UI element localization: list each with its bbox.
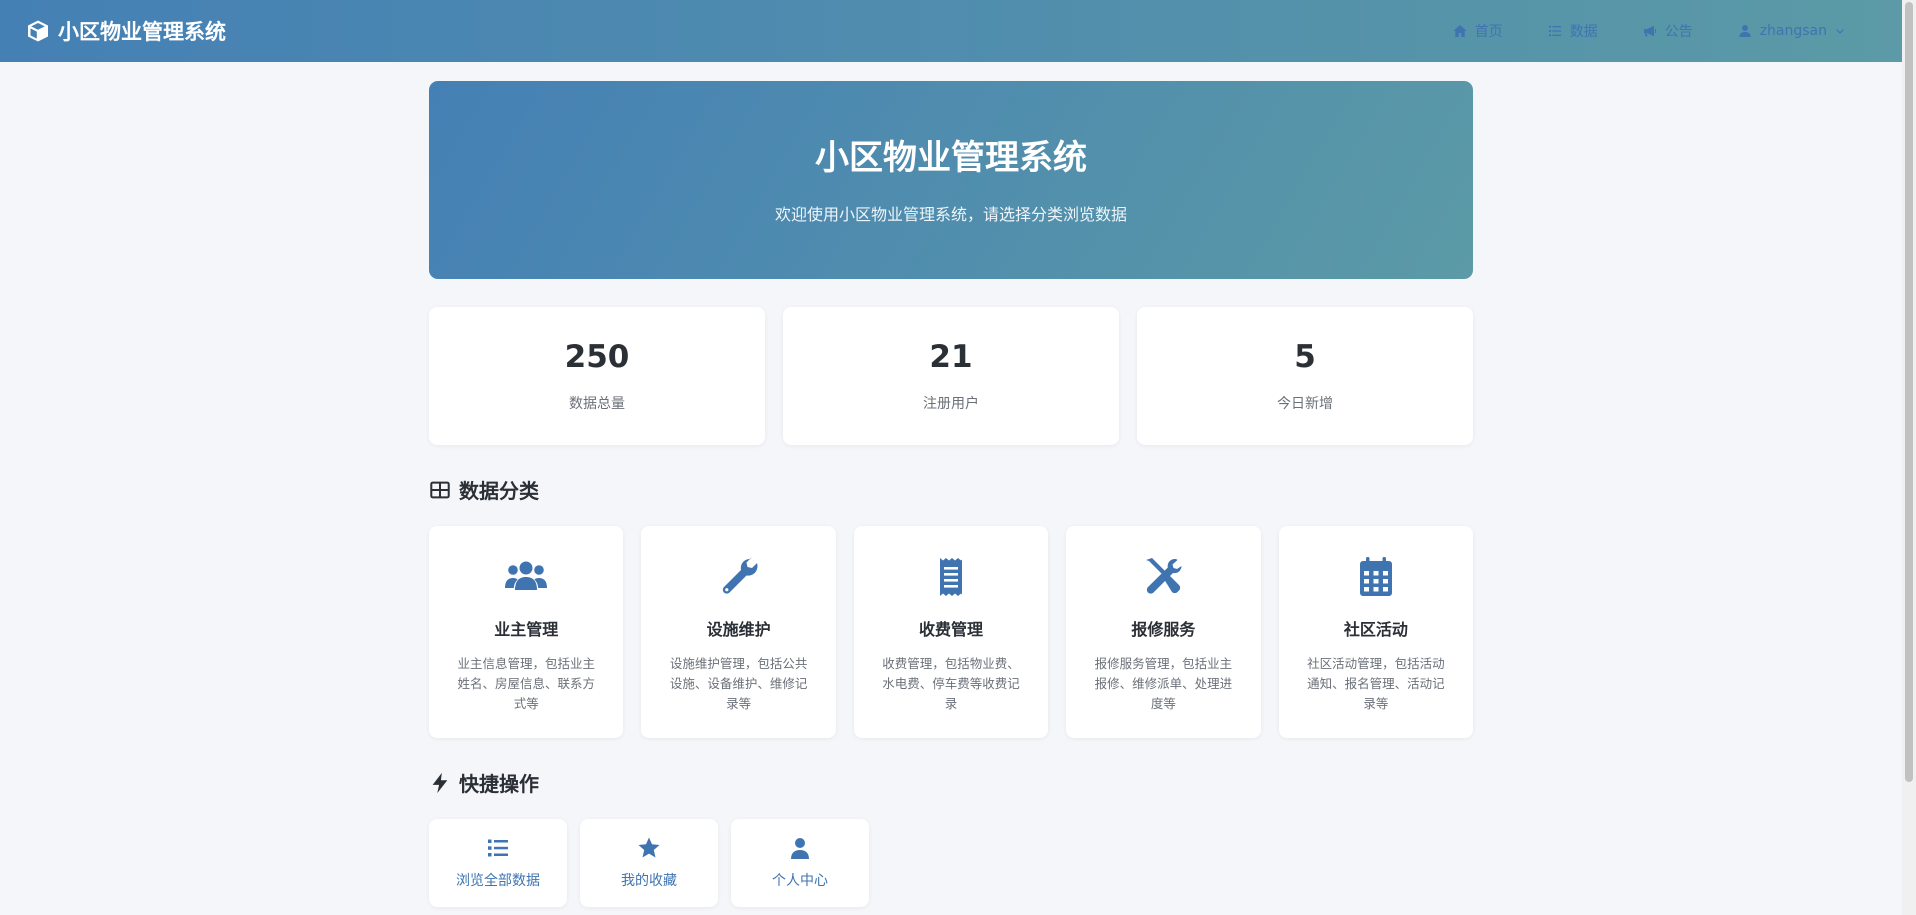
page-scrollbar[interactable] <box>1902 0 1916 915</box>
category-desc: 业主信息管理，包括业主姓名、房屋信息、联系方式等 <box>457 656 595 711</box>
category-title: 收费管理 <box>919 620 984 639</box>
nav-announcement[interactable]: 公告 <box>1642 21 1693 41</box>
quick-favorites-button[interactable]: 我的收藏 <box>580 819 718 907</box>
receipt-icon <box>940 558 963 596</box>
user-icon <box>1739 25 1751 37</box>
quick-actions-title: 快捷操作 <box>459 772 539 796</box>
stat-value: 5 <box>1294 339 1316 375</box>
category-card-activities[interactable]: 社区活动 社区活动管理，包括活动通知、报名管理、活动记录等 <box>1278 526 1474 738</box>
nav-user-menu[interactable]: zhangsan <box>1737 23 1846 39</box>
tools-icon <box>1146 558 1182 594</box>
home-icon <box>1453 25 1467 37</box>
quick-label: 个人中心 <box>772 873 828 889</box>
category-card-owners[interactable]: 业主管理 业主信息管理，包括业主姓名、房屋信息、联系方式等 <box>429 526 624 738</box>
nav-home[interactable]: 首页 <box>1452 21 1503 41</box>
main-content: 小区物业管理系统 欢迎使用小区物业管理系统，请选择分类浏览数据 250 数据总量… <box>429 81 1474 907</box>
chevron-down-icon <box>1836 29 1844 34</box>
megaphone-icon <box>1643 25 1656 37</box>
users-icon <box>505 561 548 590</box>
quick-browse-all-button[interactable]: 浏览全部数据 <box>429 819 567 907</box>
category-title: 业主管理 <box>494 620 559 639</box>
category-desc: 社区活动管理，包括活动通知、报名管理、活动记录等 <box>1307 656 1445 711</box>
cube-icon <box>28 20 48 42</box>
bolt-icon <box>432 772 448 793</box>
stat-label: 数据总量 <box>569 396 625 412</box>
brand[interactable]: 小区物业管理系统 <box>26 16 226 46</box>
top-navbar: 小区物业管理系统 首页 数据 公告 zhangsan <box>0 0 1902 62</box>
list-icon <box>488 839 508 857</box>
quick-label: 我的收藏 <box>621 873 677 889</box>
stat-card: 21 注册用户 <box>783 307 1119 445</box>
user-icon <box>791 838 809 859</box>
nav-data-label: 数据 <box>1569 24 1598 40</box>
nav-announcement-label: 公告 <box>1664 24 1693 40</box>
category-desc: 报修服务管理，包括业主报修、维修派单、处理进度等 <box>1094 656 1233 711</box>
nav-data[interactable]: 数据 <box>1547 21 1598 41</box>
stat-label: 注册用户 <box>923 396 979 412</box>
scrollbar-thumb[interactable] <box>1905 2 1913 782</box>
list-icon <box>1548 25 1561 37</box>
table-icon <box>430 481 450 498</box>
star-icon <box>638 837 660 858</box>
stat-card: 250 数据总量 <box>429 307 765 445</box>
category-title: 报修服务 <box>1131 620 1196 639</box>
hero-title: 小区物业管理系统 <box>815 137 1087 178</box>
category-title: 设施维护 <box>706 620 771 639</box>
stat-value: 250 <box>564 339 630 375</box>
stat-card: 5 今日新增 <box>1137 307 1473 445</box>
brand-title: 小区物业管理系统 <box>58 20 226 44</box>
quick-actions-heading: 快捷操作 <box>429 768 1473 797</box>
categories-heading: 数据分类 <box>429 475 1473 504</box>
stats-row: 250 数据总量 21 注册用户 5 今日新增 <box>429 307 1473 445</box>
wrench-icon <box>722 557 758 594</box>
quick-profile-button[interactable]: 个人中心 <box>731 819 869 907</box>
category-title: 社区活动 <box>1343 620 1408 639</box>
hero-subtitle: 欢迎使用小区物业管理系统，请选择分类浏览数据 <box>774 204 1127 224</box>
quick-label: 浏览全部数据 <box>456 873 540 889</box>
stat-label: 今日新增 <box>1277 396 1333 412</box>
category-card-facilities[interactable]: 设施维护 设施维护管理，包括公共设施、设备维护、维修记录等 <box>641 526 836 738</box>
hero-banner: 小区物业管理系统 欢迎使用小区物业管理系统，请选择分类浏览数据 <box>429 81 1473 279</box>
quick-actions-list: 浏览全部数据 我的收藏 个人中心 <box>429 819 1473 907</box>
stat-value: 21 <box>929 339 973 375</box>
category-desc: 设施维护管理，包括公共设施、设备维护、维修记录等 <box>669 656 808 711</box>
category-card-repairs[interactable]: 报修服务 报修服务管理，包括业主报修、维修派单、处理进度等 <box>1066 526 1261 738</box>
calendar-icon <box>1359 557 1392 596</box>
category-card-billing[interactable]: 收费管理 收费管理，包括物业费、水电费、停车费等收费记录 <box>853 526 1049 738</box>
nav-home-label: 首页 <box>1474 24 1503 40</box>
category-desc: 收费管理，包括物业费、水电费、停车费等收费记录 <box>882 656 1020 711</box>
nav-username: zhangsan <box>1759 23 1827 39</box>
categories-title: 数据分类 <box>459 479 539 503</box>
category-list: 业主管理 业主信息管理，包括业主姓名、房屋信息、联系方式等 设施维护 设施维护管… <box>429 526 1474 738</box>
nav-links: 首页 数据 公告 zhangsan <box>1452 21 1846 41</box>
